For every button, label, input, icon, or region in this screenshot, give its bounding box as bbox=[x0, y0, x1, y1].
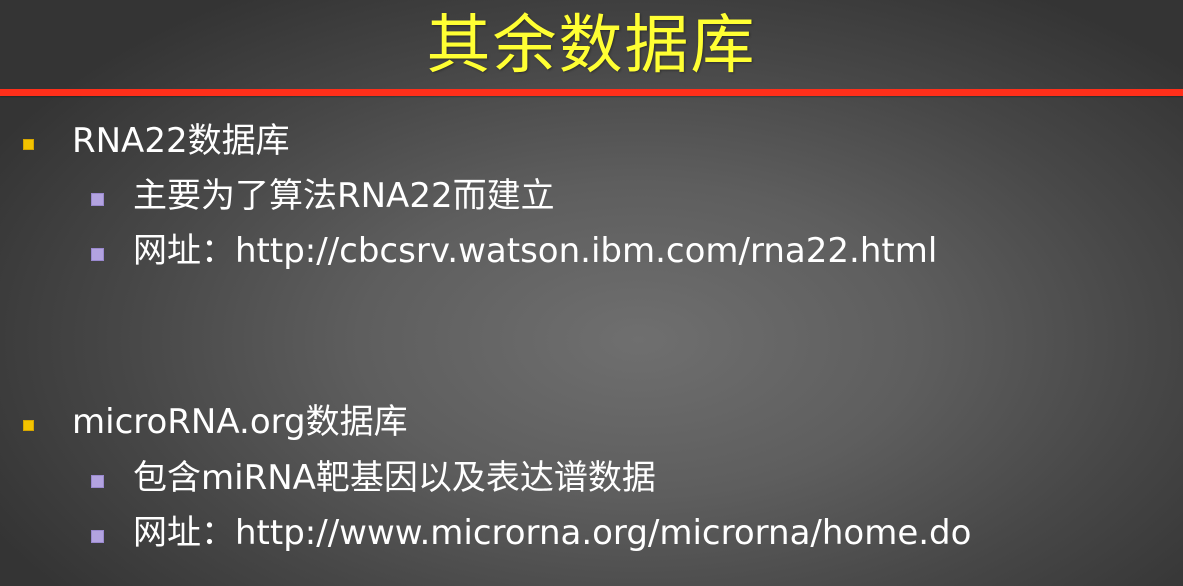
bullet-square-icon bbox=[91, 530, 104, 543]
slide-title: 其余数据库 bbox=[426, 9, 757, 83]
list-item: 主要为了算法RNA22而建立 bbox=[133, 176, 555, 216]
bullet-square-icon bbox=[91, 475, 104, 488]
list-item: 包含miRNA靶基因以及表达谱数据 bbox=[133, 458, 656, 498]
slide: 其余数据库 RNA22数据库 主要为了算法RNA22而建立 网址：http://… bbox=[0, 0, 1183, 586]
section-heading-rna22: RNA22数据库 bbox=[72, 121, 290, 161]
list-item-url: 网址：http://www.microrna.org/microrna/home… bbox=[133, 513, 972, 553]
bullet-square-icon bbox=[91, 248, 104, 261]
bullet-square-icon bbox=[23, 139, 34, 150]
section-heading-microrna: microRNA.org数据库 bbox=[72, 402, 408, 442]
bullet-square-icon bbox=[23, 420, 34, 431]
bullet-square-icon bbox=[91, 193, 104, 206]
list-item-url: 网址：http://cbcsrv.watson.ibm.com/rna22.ht… bbox=[133, 231, 938, 271]
title-divider bbox=[0, 89, 1183, 96]
